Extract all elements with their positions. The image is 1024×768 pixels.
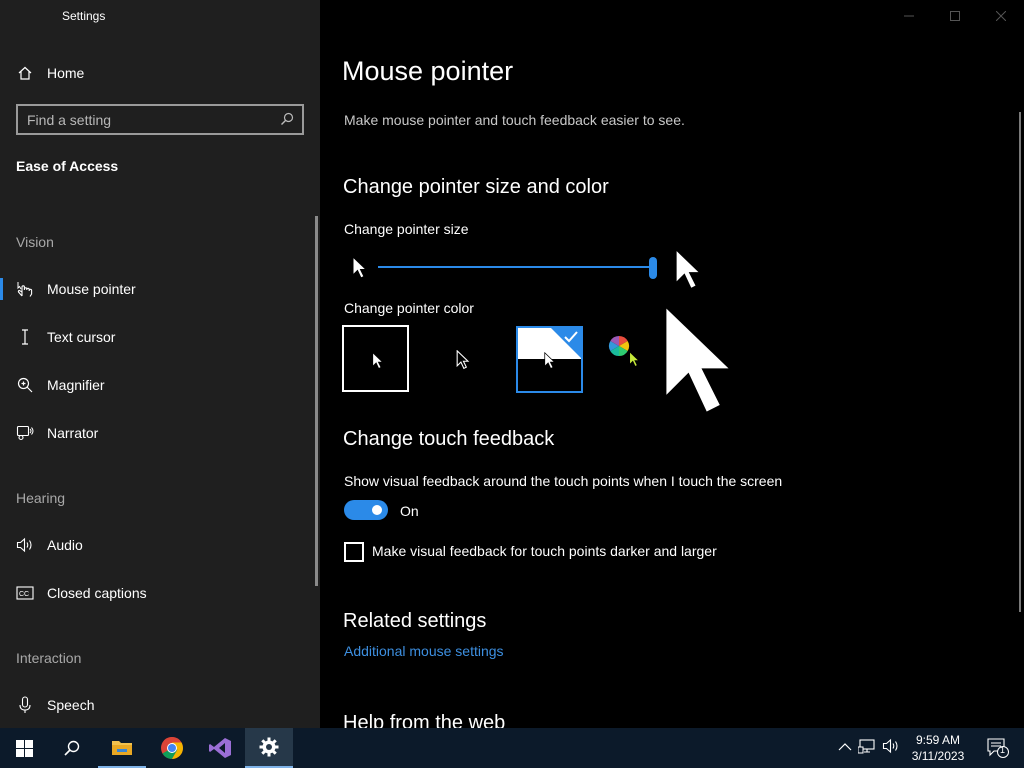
magnifier-icon <box>16 376 34 394</box>
white-pointer-icon <box>372 352 384 370</box>
file-explorer-icon <box>112 741 132 755</box>
pointer-color-custom-option[interactable] <box>602 325 669 392</box>
search-box[interactable] <box>16 104 304 135</box>
color-wheel-icon <box>608 335 630 357</box>
page-title: Mouse pointer <box>342 56 514 86</box>
home-icon <box>16 64 34 82</box>
touch-toggle-label: Show visual feedback around the touch po… <box>344 473 783 489</box>
file-explorer-button[interactable] <box>98 728 146 768</box>
inverted-pointer-icon <box>544 352 556 370</box>
taskbar: 9:59 AM 3/11/2023 1 <box>0 728 1024 768</box>
window-controls <box>886 0 1024 32</box>
small-pointer-icon <box>352 255 368 285</box>
sidebar: Settings Home Ease of Access Vision Mous… <box>0 0 320 728</box>
microphone-icon <box>16 696 34 714</box>
sidebar-item-audio[interactable]: Audio <box>0 525 318 565</box>
system-tray <box>838 728 900 768</box>
maximize-button[interactable] <box>932 0 978 32</box>
windows-start-button[interactable] <box>0 728 48 768</box>
visual-studio-icon <box>209 738 231 758</box>
search-icon[interactable] <box>280 112 294 131</box>
nav-home-label: Home <box>47 65 85 81</box>
large-pointer-icon <box>674 247 704 298</box>
sidebar-item-narrator[interactable]: Narrator <box>0 413 318 453</box>
search-icon <box>64 740 80 756</box>
close-button[interactable] <box>978 0 1024 32</box>
main-scrollbar[interactable] <box>1019 112 1021 612</box>
pointer-color-inverted-option[interactable] <box>516 326 583 393</box>
section-heading: Ease of Access <box>16 158 119 174</box>
taskbar-search-button[interactable] <box>48 728 96 768</box>
network-icon[interactable] <box>857 738 876 759</box>
chrome-button[interactable] <box>148 728 196 768</box>
visual-studio-button[interactable] <box>196 728 244 768</box>
checkmark-icon <box>564 331 578 343</box>
volume-icon[interactable] <box>882 738 900 759</box>
sidebar-item-magnifier[interactable]: Magnifier <box>0 365 318 405</box>
pointer-color-white-option[interactable] <box>342 325 409 392</box>
pointer-size-slider-thumb[interactable] <box>649 257 657 279</box>
chevron-up-icon[interactable] <box>838 739 852 757</box>
touch-section-heading: Change touch feedback <box>343 428 555 450</box>
group-hearing: Hearing <box>16 490 66 506</box>
sidebar-item-label: Audio <box>47 537 83 553</box>
svg-text:CC: CC <box>19 591 29 598</box>
additional-mouse-settings-link[interactable]: Additional mouse settings <box>344 643 504 659</box>
action-center-button[interactable]: 1 <box>978 728 1018 768</box>
sidebar-item-label: Magnifier <box>47 377 105 393</box>
clock-date: 3/11/2023 <box>911 749 965 763</box>
app-title: Settings <box>62 9 106 23</box>
sidebar-item-label: Speech <box>47 697 95 713</box>
pointer-size-slider-track[interactable] <box>378 266 652 268</box>
pointer-preview-icon <box>660 300 742 429</box>
sidebar-item-text-cursor[interactable]: Text cursor <box>0 317 318 357</box>
main-content: Mouse pointer Make mouse pointer and tou… <box>320 0 1024 728</box>
pointer-color-black-option[interactable] <box>427 325 494 392</box>
windows-start-icon <box>15 739 33 757</box>
sidebar-item-label: Text cursor <box>47 329 116 345</box>
pointer-section-heading: Change pointer size and color <box>343 176 609 198</box>
mouse-pointer-hand-icon <box>16 280 34 298</box>
settings-gear-icon <box>259 737 279 757</box>
search-input[interactable] <box>18 111 268 128</box>
sidebar-item-closed-captions[interactable]: CC Closed captions <box>0 573 318 613</box>
sidebar-item-speech[interactable]: Speech <box>0 685 318 725</box>
text-cursor-icon <box>16 328 34 346</box>
closed-captions-icon: CC <box>16 584 34 602</box>
sidebar-scrollbar[interactable] <box>315 216 318 586</box>
toggle-state-label: On <box>400 503 419 519</box>
narrator-icon <box>16 424 34 442</box>
toggle-knob <box>372 505 382 515</box>
darker-feedback-label[interactable]: Make visual feedback for touch points da… <box>372 543 717 559</box>
sidebar-item-label: Narrator <box>47 425 99 441</box>
chrome-icon <box>161 737 183 759</box>
sidebar-item-mouse-pointer[interactable]: Mouse pointer <box>0 269 318 309</box>
darker-feedback-checkbox[interactable] <box>344 542 364 562</box>
page-description: Make mouse pointer and touch feedback ea… <box>344 112 685 128</box>
speaker-icon <box>16 536 34 554</box>
minimize-button[interactable] <box>886 0 932 32</box>
sidebar-item-label: Closed captions <box>47 585 147 601</box>
nav-home[interactable]: Home <box>0 53 318 93</box>
pointer-size-label: Change pointer size <box>344 221 469 237</box>
settings-taskbar-button[interactable] <box>245 728 293 768</box>
related-settings-heading: Related settings <box>343 610 487 632</box>
group-interaction: Interaction <box>16 650 82 666</box>
notification-count: 1 <box>1000 745 1006 755</box>
taskbar-clock[interactable]: 9:59 AM 3/11/2023 <box>902 732 974 764</box>
sidebar-item-label: Mouse pointer <box>47 281 136 297</box>
touch-feedback-toggle[interactable] <box>344 500 388 520</box>
custom-color-pointer-icon <box>629 351 640 367</box>
black-pointer-icon <box>456 350 470 370</box>
notification-icon <box>987 738 1009 758</box>
group-vision: Vision <box>16 234 54 250</box>
help-heading: Help from the web <box>343 712 506 728</box>
clock-time: 9:59 AM <box>915 733 961 747</box>
pointer-color-label: Change pointer color <box>344 300 474 316</box>
